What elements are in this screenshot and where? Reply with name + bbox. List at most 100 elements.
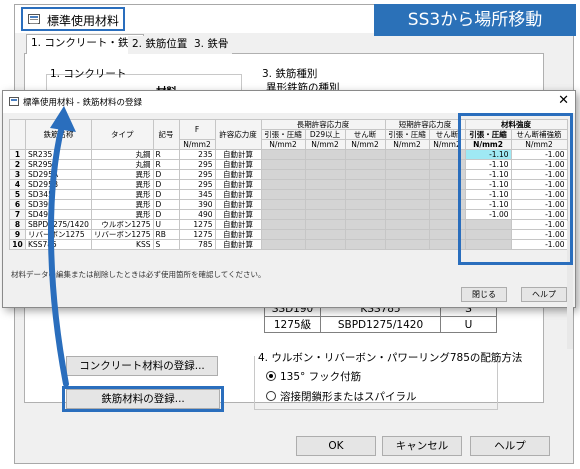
cell-f: 785: [178, 239, 216, 250]
cell-disabled: [260, 169, 306, 180]
table-row[interactable]: 10 KSS785 KSS S 785 自動計算 -1.00: [9, 239, 568, 250]
table-row[interactable]: 1 SR235 丸鋼 R 235 自動計算 -1.10 -1.00: [9, 149, 568, 160]
cell-f: 490: [178, 209, 216, 220]
cell-f: 1275: [178, 229, 216, 240]
cell-symbol: D: [152, 169, 180, 180]
cell-shear-reinforcement[interactable]: -1.00: [510, 149, 568, 160]
radio-135-hook[interactable]: 135° フック付筋: [266, 369, 361, 384]
cell-shear-reinforcement[interactable]: -1.00: [510, 179, 568, 190]
tab-rebar-position[interactable]: 2. 鉄筋位置: [128, 36, 192, 54]
cell-shear-reinforcement[interactable]: -1.00: [510, 169, 568, 180]
cell-shear-reinforcement[interactable]: -1.00: [510, 229, 568, 240]
cell-strength-tension[interactable]: [464, 219, 512, 230]
header-long-term: 長期許容応力度: [260, 119, 386, 130]
close-icon[interactable]: ✕: [558, 94, 569, 108]
cell-strength-tension[interactable]: -1.10: [464, 179, 512, 190]
cell-disabled: [384, 179, 430, 190]
cell-rebar-name: SR295: [25, 159, 92, 170]
tab-steel[interactable]: 3. 鉄骨: [190, 36, 233, 54]
concrete-material-register-button[interactable]: コンクリート材料の登録...: [66, 356, 218, 376]
header-cell: [9, 119, 26, 150]
table-row[interactable]: 4 SD295B 異形 D 295 自動計算 -1.10 -1.00: [9, 179, 568, 190]
cell-disabled: [260, 209, 306, 220]
header-unit: N/mm2: [260, 139, 306, 150]
cell-strength-tension[interactable]: -1.00: [464, 209, 512, 220]
cell-disabled: [344, 239, 386, 250]
cell-rebar-name: SBPD1275/1420: [25, 219, 92, 230]
cell-disabled: [384, 229, 430, 240]
cell-disabled: [304, 209, 346, 220]
cell-allow-method: 自動計算: [214, 159, 262, 170]
table-row[interactable]: 5 SD345 異形 D 345 自動計算 -1.10 -1.00: [9, 189, 568, 200]
cell-f: 295: [178, 179, 216, 190]
cancel-button[interactable]: キャンセル: [382, 436, 462, 456]
cell-symbol: S: [152, 239, 180, 250]
cell-shear-reinforcement[interactable]: -1.00: [510, 159, 568, 170]
cell-disabled: [428, 189, 466, 200]
grid-vertical-scrollbar[interactable]: [567, 221, 573, 349]
header-unit: N/mm2: [428, 139, 466, 150]
table-row[interactable]: 6 SD390 異形 D 390 自動計算 -1.10 -1.00: [9, 199, 568, 210]
cell-shear-reinforcement[interactable]: -1.00: [510, 189, 568, 200]
cell-symbol: D: [152, 209, 180, 220]
cell-strength-tension[interactable]: -1.10: [464, 189, 512, 200]
cell-disabled: [304, 159, 346, 170]
cell-disabled: [260, 149, 306, 160]
rebar-help-button[interactable]: ヘルプ: [521, 287, 567, 302]
header-allow-method: 許容応力度: [214, 119, 262, 150]
cell-f: 235: [178, 149, 216, 160]
cell-disabled: [260, 229, 306, 240]
cell-allow-method: 自動計算: [214, 209, 262, 220]
cell-symbol: D: [152, 189, 180, 200]
cell-strength-tension[interactable]: -1.10: [464, 159, 512, 170]
table-cell: U: [440, 316, 497, 333]
cell-disabled: [260, 239, 306, 250]
cell-shear-reinforcement[interactable]: -1.00: [510, 219, 568, 230]
table-row[interactable]: 2 SR295 丸鋼 R 295 自動計算 -1.10 -1.00: [9, 159, 568, 170]
cell-rebar-name: SD390: [25, 199, 92, 210]
cell-type: リバーボン1275: [90, 229, 154, 240]
radio-welded-spiral[interactable]: 溶接閉鎖形またはスパイラル: [266, 389, 417, 404]
table-row[interactable]: 7 SD490 異形 D 490 自動計算 -1.00 -1.00: [9, 209, 568, 220]
cell-disabled: [304, 199, 346, 210]
help-button[interactable]: ヘルプ: [470, 436, 550, 456]
cell-shear-reinforcement[interactable]: -1.00: [510, 239, 568, 250]
grid-body: 1 SR235 丸鋼 R 235 自動計算 -1.10 -1.00 2 SR295 丸鋼 R 295 自動…: [9, 149, 568, 250]
main-title-highlight: 標準使用材料: [21, 7, 125, 31]
cell-disabled: [304, 229, 346, 240]
row-number: 8: [9, 219, 26, 230]
cell-disabled: [260, 199, 306, 210]
header-symbol: 記号: [152, 119, 180, 150]
table-row[interactable]: 3 SD295A 異形 D 295 自動計算 -1.10 -1.00: [9, 169, 568, 180]
ok-button[interactable]: OK: [296, 436, 376, 456]
header-unit: N/mm2: [178, 139, 216, 150]
header-short-term: 短期許容応力度: [384, 119, 466, 130]
cell-disabled: [384, 159, 430, 170]
cell-strength-tension[interactable]: -1.10: [464, 199, 512, 210]
cell-shear-reinforcement[interactable]: -1.00: [510, 199, 568, 210]
cell-strength-tension[interactable]: -1.10: [464, 149, 512, 160]
tab-concrete-rebar[interactable]: 1. コンクリート・鉄筋: [26, 34, 144, 54]
row-number: 4: [9, 179, 26, 190]
cell-strength-tension[interactable]: [464, 239, 512, 250]
cell-strength-tension[interactable]: [464, 229, 512, 240]
cell-f: 295: [178, 169, 216, 180]
cell-rebar-name: KSS785: [25, 239, 92, 250]
cell-symbol: D: [152, 179, 180, 190]
cell-disabled: [344, 169, 386, 180]
cell-disabled: [428, 199, 466, 210]
cell-type: 異形: [90, 179, 154, 190]
table-row[interactable]: 9 リバーボン1275 リバーボン1275 RB 1275 自動計算 -1.00: [9, 229, 568, 240]
table-row[interactable]: 8 SBPD1275/1420 ウルボン1275 U 1275 自動計算 -1.00: [9, 219, 568, 230]
cell-type: 異形: [90, 199, 154, 210]
cell-shear-reinforcement[interactable]: -1.00: [510, 209, 568, 220]
cell-disabled: [304, 219, 346, 230]
cell-strength-tension[interactable]: -1.10: [464, 169, 512, 180]
rebar-material-register-button[interactable]: 鉄筋材料の登録...: [66, 389, 220, 409]
close-button[interactable]: 閉じる: [461, 287, 507, 302]
cell-disabled: [344, 159, 386, 170]
header-shear-reinforcement: せん断補強筋: [510, 129, 568, 140]
header-type: タイプ: [90, 119, 154, 150]
cell-allow-method: 自動計算: [214, 229, 262, 240]
cell-symbol: R: [152, 149, 180, 160]
